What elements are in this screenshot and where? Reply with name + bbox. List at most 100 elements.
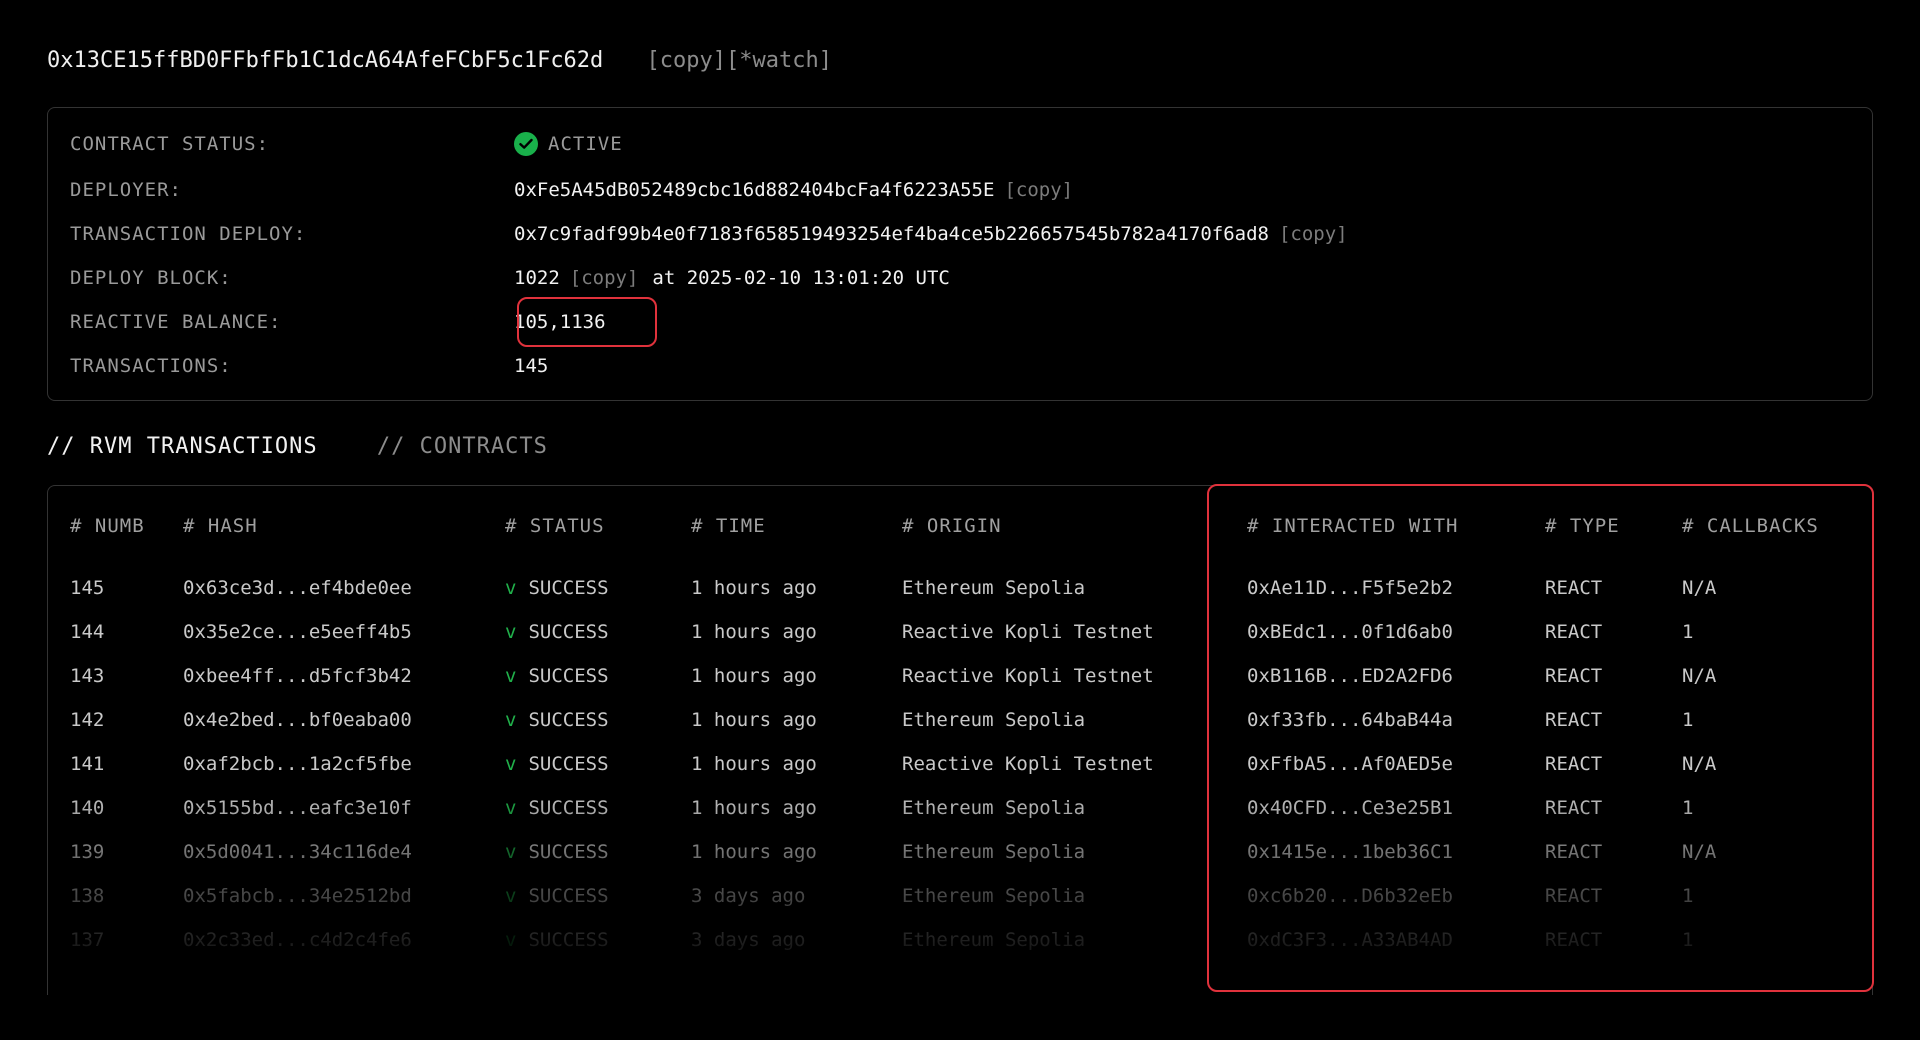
row-interacted-link[interactable]: 0xAe11D...F5f5e2b2 [1247, 573, 1453, 603]
table-row[interactable]: 144 0x35e2ce...e5eeff4b5 v SUCCESS 1 hour… [48, 617, 1872, 647]
deploy-block-number[interactable]: 1022 [514, 267, 560, 289]
reactive-balance-row: REACTIVE BALANCE: 105,1136 [70, 297, 657, 347]
row-type: REACT [1545, 885, 1603, 907]
contract-header: 0x13CE15ffBD0FFbfFb1C1dcA64AfeFCbF5c1Fc6… [47, 48, 832, 73]
row-type: REACT [1545, 753, 1603, 775]
tab-contracts[interactable]: // CONTRACTS [377, 434, 548, 459]
deployer-address[interactable]: 0xFe5A45dB052489cbc16d882404bcFa4f6223A5… [514, 179, 994, 201]
success-check-icon: v [505, 929, 517, 951]
row-origin: Ethereum Sepolia [902, 841, 1086, 863]
row-origin: Reactive Kopli Testnet [902, 621, 1154, 643]
transactions-count-row: TRANSACTIONS: 145 [70, 351, 548, 381]
row-hash-link[interactable]: 0x5155bd...eafc3e10f [183, 793, 412, 823]
row-status: v SUCCESS [505, 709, 609, 731]
row-origin: Ethereum Sepolia [902, 929, 1086, 951]
row-interacted-link[interactable]: 0x1415e...1beb36C1 [1247, 837, 1453, 867]
row-hash-link[interactable]: 0xbee4ff...d5fcf3b42 [183, 661, 412, 691]
copy-block-button[interactable]: [copy] [570, 267, 639, 289]
row-type: REACT [1545, 929, 1603, 951]
copy-transaction-button[interactable]: [copy] [1279, 223, 1348, 245]
table-row[interactable]: 140 0x5155bd...eafc3e10f v SUCCESS 1 hour… [48, 793, 1872, 823]
row-time: 1 hours ago [691, 577, 817, 599]
table-row[interactable]: 138 0x5fabcb...34e2512bd v SUCCESS 3 days… [48, 881, 1872, 911]
column-header-callbacks[interactable]: # CALLBACKS [1682, 511, 1819, 541]
column-header-numb[interactable]: # NUMB [70, 511, 145, 541]
row-numb: 145 [70, 577, 105, 599]
balance-highlight-box [517, 297, 657, 347]
success-check-icon: v [505, 577, 517, 599]
row-time: 3 days ago [691, 929, 806, 951]
success-check-icon: v [505, 797, 517, 819]
success-check-icon: v [505, 709, 517, 731]
row-callbacks: 1 [1682, 885, 1694, 907]
table-row[interactable]: 137 0x2c33ed...c4d2c4fe6 v SUCCESS 3 days… [48, 925, 1872, 955]
row-interacted-link[interactable]: 0xf33fb...64baB44a [1247, 705, 1453, 735]
table-row[interactable]: 139 0x5d0041...34c116de4 v SUCCESS 1 hour… [48, 837, 1872, 867]
row-hash-link[interactable]: 0x5fabcb...34e2512bd [183, 881, 412, 911]
row-time: 1 hours ago [691, 753, 817, 775]
row-time: 1 hours ago [691, 841, 817, 863]
table-row[interactable]: 142 0x4e2bed...bf0eaba00 v SUCCESS 1 hour… [48, 705, 1872, 735]
table-header: # NUMB # HASH # STATUS # TIME # ORIGIN #… [48, 511, 1872, 541]
row-hash-link[interactable]: 0x4e2bed...bf0eaba00 [183, 705, 412, 735]
row-callbacks: N/A [1682, 753, 1717, 775]
row-origin: Ethereum Sepolia [902, 709, 1086, 731]
column-header-status[interactable]: # STATUS [505, 511, 605, 541]
table-row[interactable]: 141 0xaf2bcb...1a2cf5fbe v SUCCESS 1 hour… [48, 749, 1872, 779]
row-interacted-link[interactable]: 0x40CFD...Ce3e25B1 [1247, 793, 1453, 823]
column-header-type[interactable]: # TYPE [1545, 511, 1620, 541]
row-callbacks: 1 [1682, 709, 1694, 731]
row-status: v SUCCESS [505, 665, 609, 687]
deployer-label: DEPLOYER: [70, 179, 182, 201]
success-check-icon: v [505, 665, 517, 687]
tab-rvm-transactions[interactable]: // RVM TRANSACTIONS [47, 434, 318, 459]
column-header-hash[interactable]: # HASH [183, 511, 258, 541]
row-hash-link[interactable]: 0x5d0041...34c116de4 [183, 837, 412, 867]
row-numb: 143 [70, 665, 105, 687]
row-time: 1 hours ago [691, 665, 817, 687]
success-check-icon: v [505, 885, 517, 907]
table-row[interactable]: 145 0x63ce3d...ef4bde0ee v SUCCESS 1 hour… [48, 573, 1872, 603]
check-circle-icon [514, 132, 538, 156]
row-interacted-link[interactable]: 0xc6b20...D6b32eEb [1247, 881, 1453, 911]
row-status: v SUCCESS [505, 621, 609, 643]
row-numb: 138 [70, 885, 105, 907]
deployer-row: DEPLOYER: 0xFe5A45dB052489cbc16d882404bc… [70, 175, 1073, 205]
row-status: v SUCCESS [505, 797, 609, 819]
transactions-label: TRANSACTIONS: [70, 355, 232, 377]
reactive-balance-label: REACTIVE BALANCE: [70, 311, 282, 333]
row-callbacks: 1 [1682, 929, 1694, 951]
row-hash-link[interactable]: 0xaf2bcb...1a2cf5fbe [183, 749, 412, 779]
row-status: v SUCCESS [505, 577, 609, 599]
transaction-deploy-label: TRANSACTION DEPLOY: [70, 223, 307, 245]
row-interacted-link[interactable]: 0xBEdc1...0f1d6ab0 [1247, 617, 1453, 647]
row-origin: Reactive Kopli Testnet [902, 753, 1154, 775]
row-status: v SUCCESS [505, 753, 609, 775]
row-numb: 137 [70, 929, 105, 951]
table-row[interactable]: 143 0xbee4ff...d5fcf3b42 v SUCCESS 1 hour… [48, 661, 1872, 691]
deploy-block-time: at 2025-02-10 13:01:20 UTC [652, 267, 950, 289]
success-check-icon: v [505, 621, 517, 643]
row-interacted-link[interactable]: 0xdC3F3...A33AB4AD [1247, 925, 1453, 955]
row-time: 1 hours ago [691, 797, 817, 819]
row-interacted-link[interactable]: 0xB116B...ED2A2FD6 [1247, 661, 1453, 691]
row-type: REACT [1545, 709, 1603, 731]
row-hash-link[interactable]: 0x35e2ce...e5eeff4b5 [183, 617, 412, 647]
column-header-time[interactable]: # TIME [691, 511, 766, 541]
watch-button[interactable]: [*watch] [726, 48, 832, 73]
rvm-transactions-table: # NUMB # HASH # STATUS # TIME # ORIGIN #… [47, 485, 1873, 995]
column-header-interacted-with[interactable]: # INTERACTED WITH [1247, 511, 1458, 541]
row-origin: Ethereum Sepolia [902, 577, 1086, 599]
row-type: REACT [1545, 797, 1603, 819]
column-header-origin[interactable]: # ORIGIN [902, 511, 1002, 541]
row-numb: 142 [70, 709, 105, 731]
row-hash-link[interactable]: 0x2c33ed...c4d2c4fe6 [183, 925, 412, 955]
row-interacted-link[interactable]: 0xFfbA5...Af0AED5e [1247, 749, 1453, 779]
transaction-deploy-hash[interactable]: 0x7c9fadf99b4e0f7183f658519493254ef4ba4c… [514, 223, 1269, 245]
copy-deployer-button[interactable]: [copy] [1004, 179, 1073, 201]
copy-address-button[interactable]: [copy] [647, 48, 726, 73]
row-numb: 139 [70, 841, 105, 863]
row-type: REACT [1545, 621, 1603, 643]
row-hash-link[interactable]: 0x63ce3d...ef4bde0ee [183, 573, 412, 603]
row-origin: Ethereum Sepolia [902, 885, 1086, 907]
